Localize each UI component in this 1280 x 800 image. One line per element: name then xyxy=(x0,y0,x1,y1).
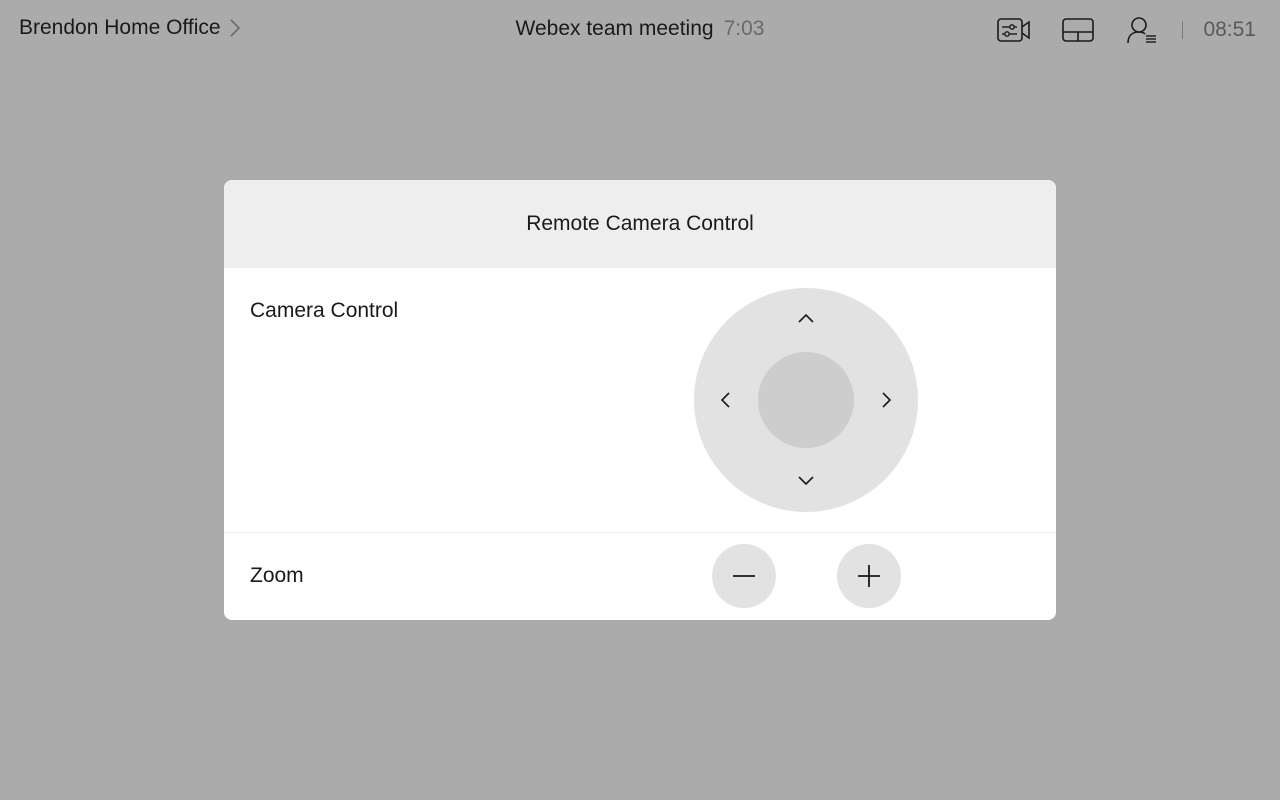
zoom-out-button[interactable] xyxy=(712,544,776,608)
layout-icon xyxy=(1062,18,1095,42)
dialog-header: Remote Camera Control xyxy=(224,180,1056,268)
camera-dpad xyxy=(694,288,918,512)
camera-control-label: Camera Control xyxy=(250,299,399,322)
zoom-in-button[interactable] xyxy=(837,544,901,608)
clock: 08:51 xyxy=(1203,18,1256,41)
camera-controls-button[interactable] xyxy=(996,12,1032,48)
layout-button[interactable] xyxy=(1060,12,1096,48)
zoom-label: Zoom xyxy=(250,564,304,587)
pan-down-button[interactable] xyxy=(786,461,826,501)
participants-button[interactable] xyxy=(1124,12,1160,48)
pan-left-button[interactable] xyxy=(705,380,745,420)
remote-camera-dialog: Remote Camera Control Camera Control Zoo… xyxy=(224,180,1056,620)
top-icons: 08:51 xyxy=(968,12,1280,48)
chevron-down-icon xyxy=(798,476,814,486)
dialog-title: Remote Camera Control xyxy=(526,212,754,235)
meeting-title: Webex team meeting xyxy=(515,17,714,40)
pan-right-button[interactable] xyxy=(867,380,907,420)
camera-controls-icon xyxy=(997,18,1031,42)
pan-up-button[interactable] xyxy=(786,298,826,338)
top-bar: Brendon Home Office Webex team meeting 7:… xyxy=(0,0,1280,60)
plus-icon xyxy=(858,565,880,587)
chevron-right-icon xyxy=(882,392,892,408)
chevron-left-icon xyxy=(720,392,730,408)
participants-icon xyxy=(1127,17,1157,44)
meeting-duration: 7:03 xyxy=(723,17,765,40)
camera-control-row: Camera Control xyxy=(224,268,1056,533)
minus-icon xyxy=(733,575,755,577)
chevron-up-icon xyxy=(798,313,814,323)
dpad-center-button[interactable] xyxy=(758,352,854,448)
divider xyxy=(1182,21,1184,39)
zoom-row: Zoom xyxy=(224,533,1056,620)
